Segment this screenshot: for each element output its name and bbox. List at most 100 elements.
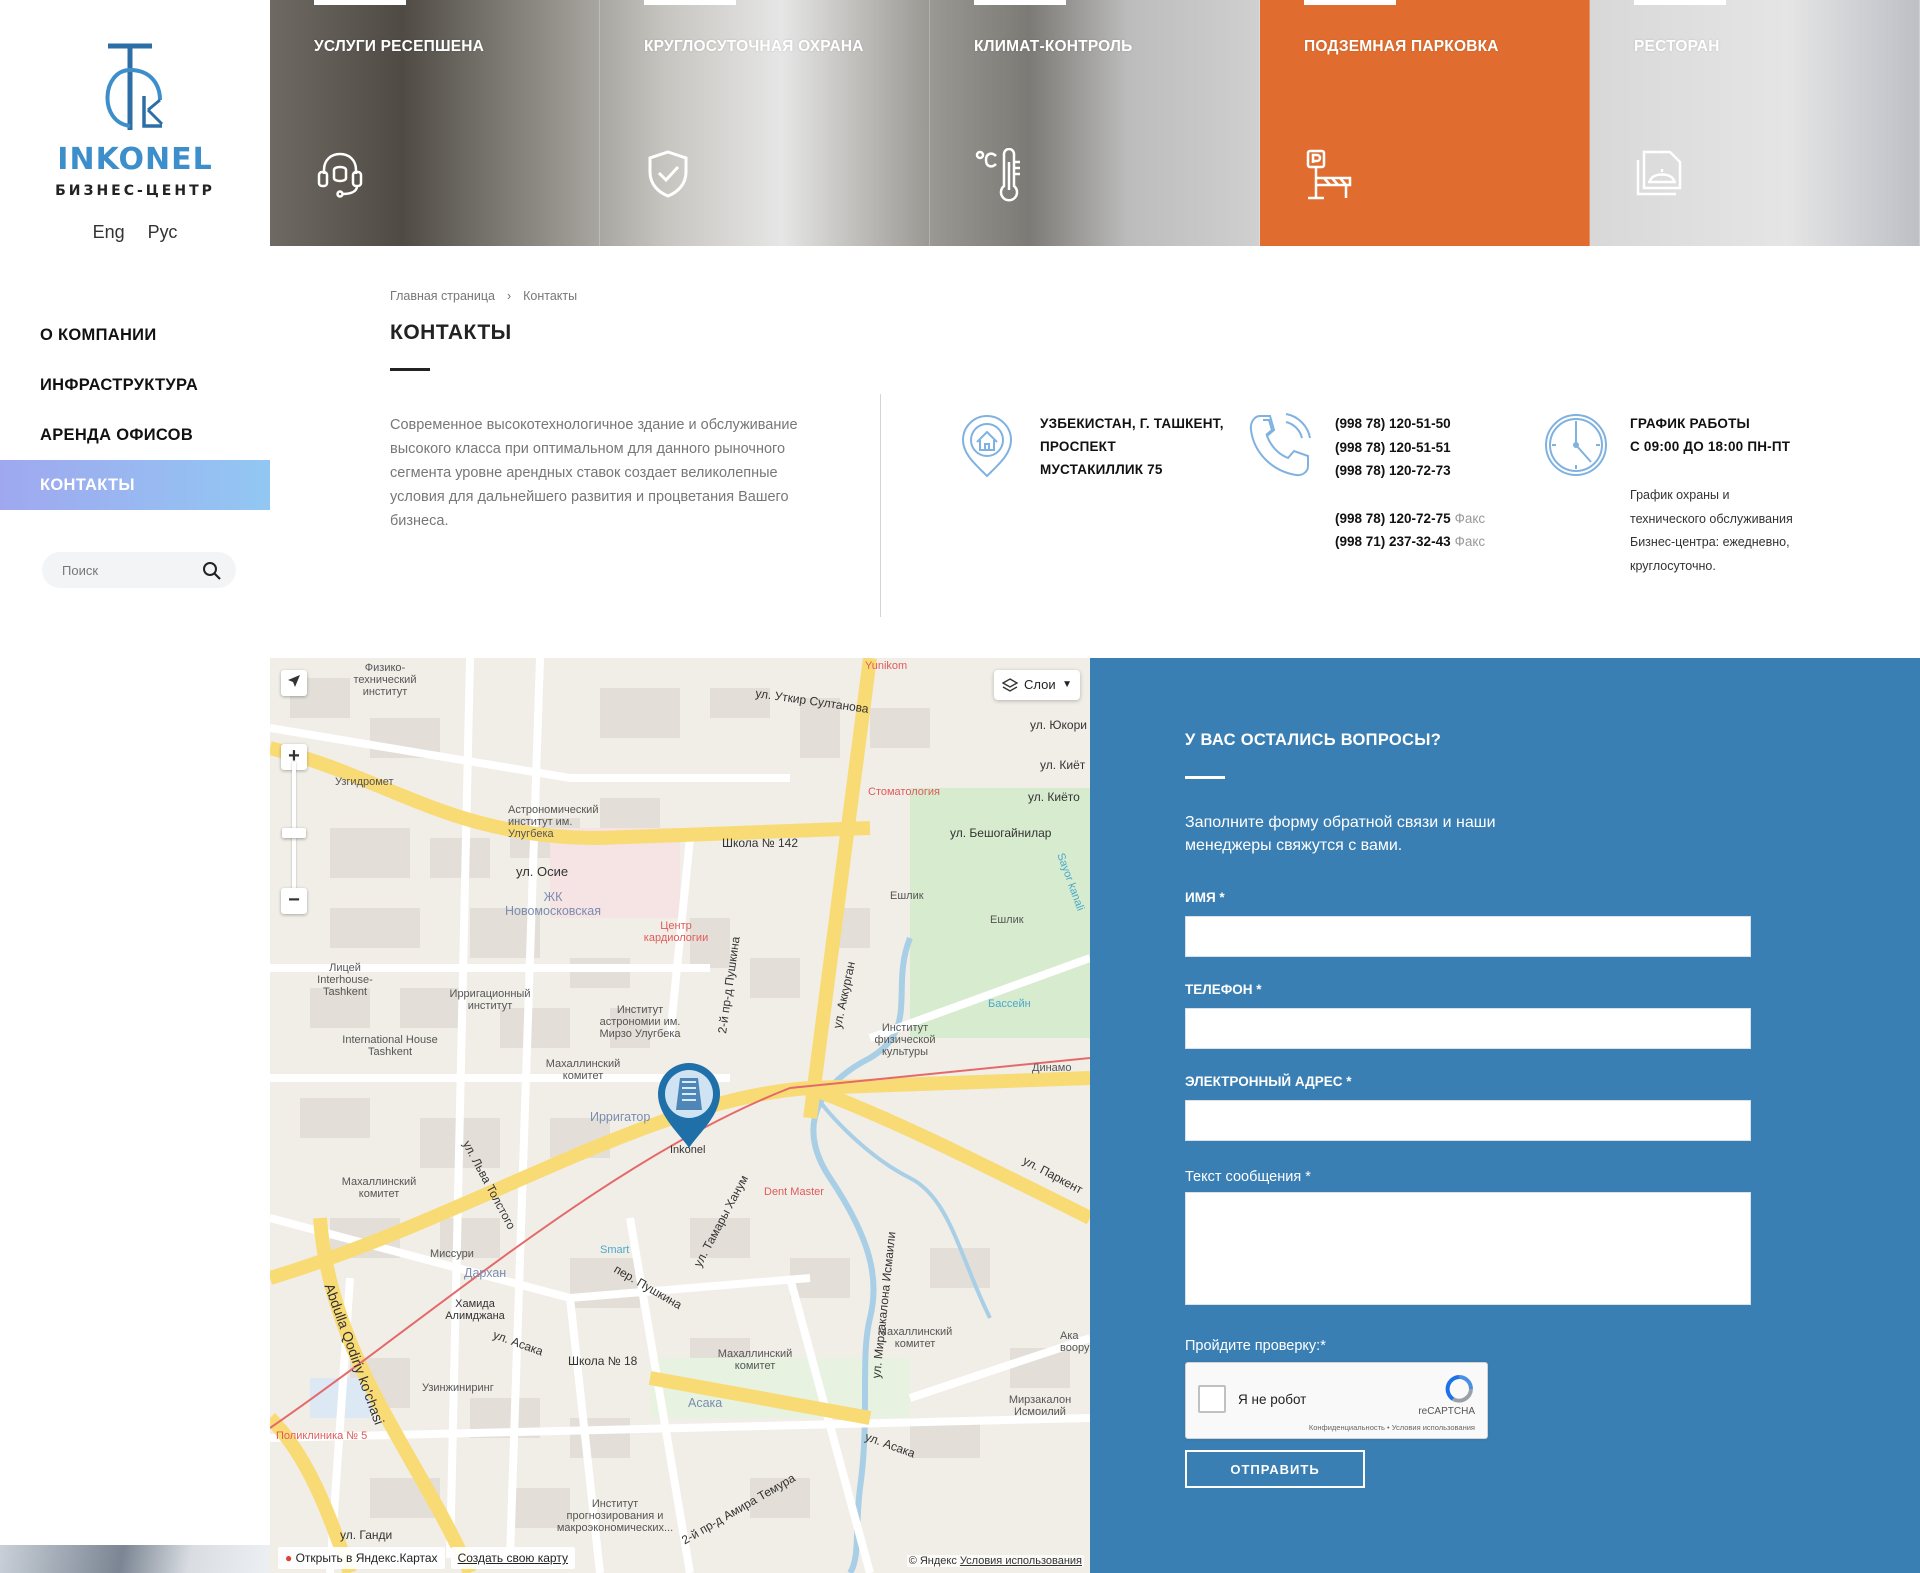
service-security[interactable]: КРУГЛОСУТОЧНАЯ ОХРАНА	[600, 0, 930, 246]
map-label: Ирригатор	[590, 1110, 651, 1124]
phone-number[interactable]: (998 78) 120-51-50	[1335, 412, 1485, 436]
service-climate[interactable]: КЛИМАТ-КОНТРОЛЬ	[930, 0, 1260, 246]
map-label: Ешлик	[990, 914, 1024, 926]
chevron-down-icon: ▼	[1062, 679, 1072, 690]
breadcrumb-current: Контакты	[523, 289, 578, 303]
service-parking[interactable]: ПОДЗЕМНАЯ ПАРКОВКА	[1260, 0, 1590, 246]
geolocation-button[interactable]	[281, 670, 307, 696]
breadcrumb-home[interactable]: Главная страница	[390, 289, 495, 303]
map[interactable]: Слои ▼ + − Физико-технический институт Y…	[270, 658, 1090, 1573]
map-label: Махаллинский комитет	[341, 1176, 417, 1200]
map-label: Smart	[600, 1244, 630, 1256]
map-label: Лицей Interhouse-Tashkent	[317, 962, 373, 998]
zoom-slider-thumb[interactable]	[282, 828, 306, 838]
thermometer-icon	[974, 147, 1026, 209]
address-block: УЗБЕКИСТАН, Г. ТАШКЕНТ, ПРОСПЕКТ МУСТАКИ…	[1040, 412, 1224, 481]
map-label: Поликлиника № 5	[276, 1430, 368, 1442]
content-divider	[880, 394, 881, 617]
map-label: Институт астрономии им. Мирзо Улугбека	[599, 1004, 681, 1040]
schedule-title-1: ГРАФИК РАБОТЫ	[1630, 416, 1750, 431]
map-marker-icon[interactable]	[654, 1060, 724, 1155]
map-copyright-text: © Яндекс	[908, 1555, 957, 1567]
map-label: Бассейн	[988, 998, 1031, 1010]
submit-button[interactable]: ОТПРАВИТЬ	[1185, 1450, 1365, 1488]
service-title: КЛИМАТ-КОНТРОЛЬ	[974, 38, 1133, 55]
map-terms-link[interactable]: Условия использования	[960, 1555, 1082, 1567]
logo-subtitle: БИЗНЕС-ЦЕНТР	[55, 183, 215, 199]
map-layers-button[interactable]: Слои ▼	[994, 670, 1080, 700]
search-box	[42, 552, 236, 588]
message-textarea[interactable]	[1185, 1192, 1751, 1305]
breadcrumb-separator: ›	[506, 289, 512, 303]
map-label: Динамо	[1032, 1062, 1072, 1074]
schedule-title: ГРАФИК РАБОТЫ С 09:00 ДО 18:00 ПН-ПТ	[1630, 412, 1790, 458]
map-label: Институт физической культуры	[874, 1022, 936, 1058]
map-label: Дархан	[464, 1266, 507, 1280]
map-label: ул. Ганди	[340, 1528, 393, 1542]
nav-item-company[interactable]: О КОМПАНИИ	[0, 310, 270, 360]
service-restaurant[interactable]: РЕСТОРАН	[1590, 0, 1920, 246]
map-footer: ● Открыть в Яндекс.Картах Создать свою к…	[278, 1547, 575, 1569]
map-label: Махаллинский комитет	[877, 1326, 953, 1350]
captcha-terms[interactable]: Конфиденциальность • Условия использован…	[1309, 1423, 1475, 1432]
language-switcher: Eng Рус	[0, 222, 270, 243]
map-label: Yunikom	[865, 660, 908, 672]
main-nav: О КОМПАНИИ ИНФРАСТРУКТУРА АРЕНДА ОФИСОВ …	[0, 310, 270, 510]
fax-number[interactable]: (998 71) 237-32-43	[1335, 534, 1451, 549]
phone-icon	[1246, 410, 1316, 485]
geolocation-icon	[288, 675, 300, 687]
open-in-yandex-label: Открыть в Яндекс.Картах	[295, 1551, 438, 1565]
map-label: Мирзакалон Исмоилий	[1008, 1394, 1072, 1418]
service-reception[interactable]: УСЛУГИ РЕСЕПШЕНА	[270, 0, 600, 246]
map-label: Dent Master	[764, 1186, 824, 1198]
sidebar-photo	[0, 1545, 270, 1573]
headset-icon	[314, 148, 366, 203]
nav-item-contacts[interactable]: КОНТАКТЫ	[0, 460, 270, 510]
map-label: Ешлик	[890, 890, 924, 902]
phone-input[interactable]	[1185, 1008, 1751, 1049]
map-label: ул. Киёто	[1028, 790, 1080, 804]
search-input[interactable]	[62, 552, 202, 588]
captcha-checkbox[interactable]	[1198, 1385, 1226, 1413]
map-label: ул. Юкори Д	[1030, 718, 1090, 732]
name-input[interactable]	[1185, 916, 1751, 957]
phone-number[interactable]: (998 78) 120-72-73	[1335, 459, 1485, 483]
map-label: Асака	[688, 1396, 723, 1410]
map-label: Махаллинский комитет	[717, 1348, 793, 1372]
phone-label: ТЕЛЕФОН *	[1185, 982, 1262, 997]
open-in-yandex-link[interactable]: ● Открыть в Яндекс.Картах	[278, 1547, 445, 1569]
phone-number[interactable]: (998 78) 120-51-51	[1335, 436, 1485, 460]
map-label: Махаллинский комитет	[545, 1058, 621, 1082]
schedule-text: График охраны и технического обслуживани…	[1630, 488, 1793, 573]
shield-check-icon	[644, 148, 692, 205]
service-title: ПОДЗЕМНАЯ ПАРКОВКА	[1304, 38, 1499, 55]
lang-rus[interactable]: Рус	[148, 222, 178, 242]
message-label: Текст сообщения *	[1185, 1169, 1311, 1185]
search-icon[interactable]	[202, 561, 222, 586]
service-title: КРУГЛОСУТОЧНАЯ ОХРАНА	[644, 38, 864, 55]
nav-item-office-rent[interactable]: АРЕНДА ОФИСОВ	[0, 410, 270, 460]
map-label: Астрономический институт им. Улугбека	[508, 804, 599, 840]
map-label: Миссури	[430, 1248, 474, 1260]
map-label: Узинжиниринг	[422, 1382, 494, 1394]
map-marker-label: Inkonel	[670, 1144, 706, 1156]
nav-item-infrastructure[interactable]: ИНФРАСТРУКТУРА	[0, 360, 270, 410]
feedback-form: У ВАС ОСТАЛИСЬ ВОПРОСЫ? Заполните форму …	[1090, 658, 1920, 1573]
zoom-slider-track[interactable]	[292, 762, 296, 892]
map-label: Институт прогнозирования и макроэкономич…	[556, 1498, 674, 1534]
clock-icon	[1543, 412, 1609, 483]
logo[interactable]: INKONEL БИЗНЕС-ЦЕНТР	[0, 40, 270, 199]
lang-eng[interactable]: Eng	[93, 222, 125, 242]
address-line-3: МУСТАКИЛЛИК 75	[1040, 462, 1163, 477]
map-layers-label: Слои	[1024, 677, 1056, 692]
logo-mark-icon	[105, 43, 164, 130]
intro-text: Современное высокотехнологичное здание и…	[390, 417, 798, 529]
map-label: Ирригационный институт	[449, 988, 531, 1012]
recaptcha-logo-icon	[1443, 1373, 1475, 1410]
zoom-out-button[interactable]: −	[281, 888, 307, 914]
email-input[interactable]	[1185, 1100, 1751, 1141]
captcha-label: Пройдите проверку:*	[1185, 1338, 1326, 1354]
fax-number[interactable]: (998 78) 120-72-75	[1335, 511, 1451, 526]
create-map-link[interactable]: Создать свою карту	[450, 1547, 575, 1569]
email-label: ЭЛЕКТРОННЫЙ АДРЕС *	[1185, 1074, 1352, 1089]
